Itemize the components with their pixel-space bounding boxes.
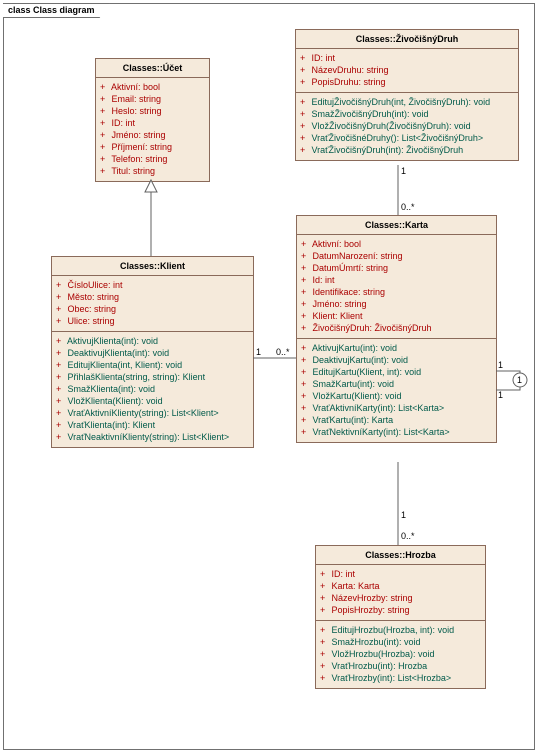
mult-hrozba-m: 0..*: [401, 531, 415, 541]
class-ops: + AktivujKlienta(int): void+ DeaktivujKl…: [52, 332, 253, 447]
class-operation: + EditujHrozbu(Hrozba, int): void: [320, 624, 481, 636]
class-attribute: + Aktivní: bool: [100, 81, 205, 93]
class-attribute: + PopisDruhu: string: [300, 76, 514, 88]
class-operation: + SmažŽivočišnýDruh(int): void: [300, 108, 514, 120]
class-attribute: + Telefon: string: [100, 153, 205, 165]
class-attribute: + Město: string: [56, 291, 249, 303]
class-ucet: Classes::Účet + Aktivní: bool+ Email: st…: [95, 58, 210, 182]
class-attribute: + Heslo: string: [100, 105, 205, 117]
class-operation: + VraťKartu(int): Karta: [301, 414, 492, 426]
class-attrs: + ID: int+ Karta: Karta+ NázevHrozby: st…: [316, 565, 485, 621]
class-operation: + DeaktivujKlienta(int): void: [56, 347, 249, 359]
class-operation: + AktivujKartu(int): void: [301, 342, 492, 354]
class-operation: + VraťAktivníKarty(int): List<Karta>: [301, 402, 492, 414]
class-title: Classes::Účet: [96, 59, 209, 78]
class-attribute: + ŽivočišnýDruh: ŽivočišnýDruh: [301, 322, 492, 334]
class-attribute: + Karta: Karta: [320, 580, 481, 592]
class-attribute: + Aktivní: bool: [301, 238, 492, 250]
class-attribute: + Email: string: [100, 93, 205, 105]
class-attribute: + Příjmení: string: [100, 141, 205, 153]
class-operation: + VraťŽivočišnýDruh(int): ŽivočišnýDruh: [300, 144, 514, 156]
class-attribute: + NázevHrozby: string: [320, 592, 481, 604]
class-operation: + VložHrozbu(Hrozba): void: [320, 648, 481, 660]
class-attribute: + Obec: string: [56, 303, 249, 315]
class-operation: + VložKlienta(Klient): void: [56, 395, 249, 407]
class-attribute: + DatumNarození: string: [301, 250, 492, 262]
class-operation: + DeaktivujKartu(int): void: [301, 354, 492, 366]
mult-self-1b: 1: [498, 390, 503, 400]
mult-druh-1: 1: [401, 166, 406, 176]
class-operation: + VložKartu(Klient): void: [301, 390, 492, 402]
class-klient: Classes::Klient + ČísloUlice: int+ Město…: [51, 256, 254, 448]
class-operation: + EditujKartu(Klient, int): void: [301, 366, 492, 378]
class-ops: + EditujŽivočišnýDruh(int, ŽivočišnýDruh…: [296, 93, 518, 160]
class-operation: + SmažHrozbu(int): void: [320, 636, 481, 648]
class-karta: Classes::Karta + Aktivní: bool+ DatumNar…: [296, 215, 497, 443]
class-operation: + AktivujKlienta(int): void: [56, 335, 249, 347]
class-operation: + PřihlašKlienta(string, string): Klient: [56, 371, 249, 383]
class-operation: + EditujKlienta(int, Klient): void: [56, 359, 249, 371]
class-attribute: + Ulice: string: [56, 315, 249, 327]
class-zivocisny-druh: Classes::ŽivočišnýDruh + ID: int+ NázevD…: [295, 29, 519, 161]
class-attribute: + Klient: Klient: [301, 310, 492, 322]
class-attribute: + NázevDruhu: string: [300, 64, 514, 76]
class-operation: + VraťAktivníKlienty(string): List<Klien…: [56, 407, 249, 419]
class-operation: + EditujŽivočišnýDruh(int, ŽivočišnýDruh…: [300, 96, 514, 108]
class-attribute: + Id: int: [301, 274, 492, 286]
mult-self-1a: 1: [498, 360, 503, 370]
class-operation: + VraťHrozby(int): List<Hrozba>: [320, 672, 481, 684]
class-operation: + VraťNektivníKarty(int): List<Karta>: [301, 426, 492, 438]
class-operation: + VraťNeaktivníKlienty(string): List<Kli…: [56, 431, 249, 443]
class-attrs: + ID: int+ NázevDruhu: string+ PopisDruh…: [296, 49, 518, 93]
mult-karta-1: 1: [401, 510, 406, 520]
diagram-title: class Class diagram: [3, 3, 110, 18]
class-attribute: + PopisHrozby: string: [320, 604, 481, 616]
class-attribute: + Jméno: string: [301, 298, 492, 310]
class-operation: + VraťŽivočišnéDruhy(): List<ŽivočišnýDr…: [300, 132, 514, 144]
class-attrs: + Aktivní: bool+ Email: string+ Heslo: s…: [96, 78, 209, 181]
class-attribute: + Titul: string: [100, 165, 205, 177]
class-attribute: + Jméno: string: [100, 129, 205, 141]
class-operation: + VraťKlienta(int): Klient: [56, 419, 249, 431]
class-title: Classes::ŽivočišnýDruh: [296, 30, 518, 49]
class-attrs: + ČísloUlice: int+ Město: string+ Obec: …: [52, 276, 253, 332]
class-attribute: + ID: int: [300, 52, 514, 64]
class-ops: + EditujHrozbu(Hrozba, int): void+ SmažH…: [316, 621, 485, 688]
class-title: Classes::Klient: [52, 257, 253, 276]
class-operation: + SmažKlienta(int): void: [56, 383, 249, 395]
class-attribute: + ID: int: [100, 117, 205, 129]
class-title: Classes::Karta: [297, 216, 496, 235]
class-attrs: + Aktivní: bool+ DatumNarození: string+ …: [297, 235, 496, 339]
mult-karta-m: 0..*: [276, 347, 290, 357]
class-operation: + SmažKartu(int): void: [301, 378, 492, 390]
mult-self-circle-1: 1: [517, 375, 522, 385]
class-operation: + VraťHrozbu(int): Hrozba: [320, 660, 481, 672]
class-attribute: + Identifikace: string: [301, 286, 492, 298]
mult-klient-1: 1: [256, 347, 261, 357]
class-operation: + VložŽivočišnýDruh(ŽivočišnýDruh): void: [300, 120, 514, 132]
class-attribute: + DatumÚmrtí: string: [301, 262, 492, 274]
class-attribute: + ČísloUlice: int: [56, 279, 249, 291]
class-title: Classes::Hrozba: [316, 546, 485, 565]
class-hrozba: Classes::Hrozba + ID: int+ Karta: Karta+…: [315, 545, 486, 689]
class-ops: + AktivujKartu(int): void+ DeaktivujKart…: [297, 339, 496, 442]
class-attribute: + ID: int: [320, 568, 481, 580]
mult-karta-m2: 0..*: [401, 202, 415, 212]
